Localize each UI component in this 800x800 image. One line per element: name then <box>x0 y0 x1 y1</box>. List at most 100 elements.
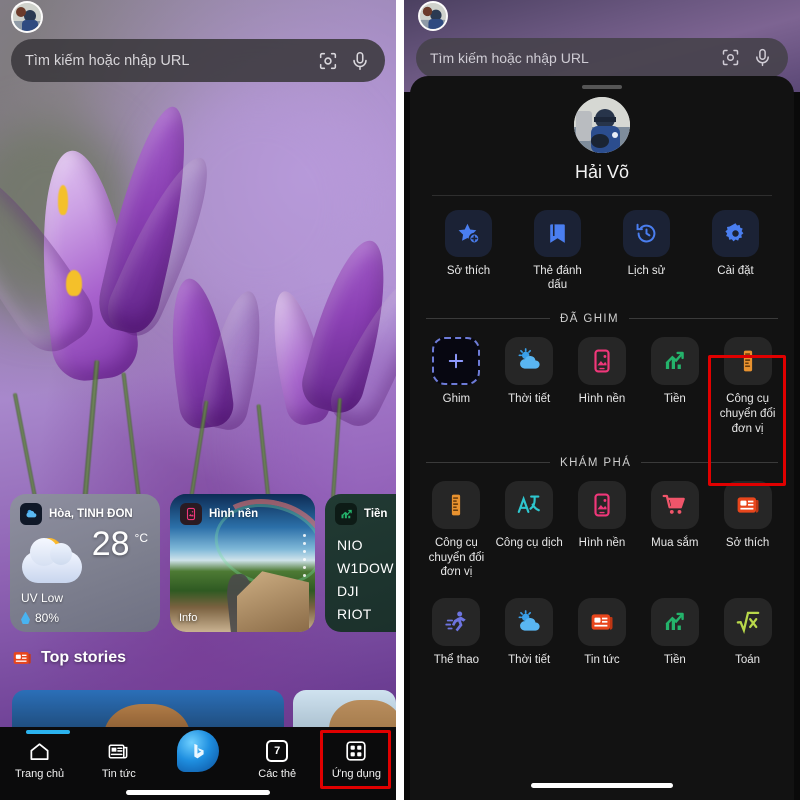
explore-item-news[interactable]: Tin tức <box>566 598 639 668</box>
pinned-item-weather[interactable]: Thời tiết <box>493 336 566 437</box>
ticker-item: RIOT <box>337 606 372 622</box>
weather-partly-cloudy-icon <box>505 336 554 385</box>
wallpaper-info-label[interactable]: Info <box>179 612 197 624</box>
news-icon <box>107 739 130 763</box>
ticker-item: NIO <box>337 537 363 553</box>
nav-item-tabs[interactable]: 7 Các thẻ <box>238 739 317 780</box>
divider-line-right <box>641 462 778 464</box>
explore-item-label: Hình nền <box>578 536 626 549</box>
microphone-icon[interactable] <box>752 47 774 69</box>
plus-add-icon <box>432 336 481 385</box>
widget-card-row: Hòa, TỈNH ĐỒN 28 °C UV Low 80% Hình nền … <box>0 494 396 634</box>
quick-action-history[interactable]: Lịch sử <box>602 210 691 293</box>
profile-photo[interactable] <box>574 97 630 153</box>
nav-label: Tin tức <box>101 768 136 780</box>
pinned-item-money[interactable]: Tiền <box>638 336 711 437</box>
money-widget-card[interactable]: Tiền NIO W1DOW DJI RIOT <box>325 494 396 632</box>
lens-icon[interactable] <box>720 47 742 69</box>
user-avatar[interactable] <box>418 1 448 31</box>
star-add-icon <box>445 210 492 257</box>
pinned-item-unit-converter[interactable]: Công cụ chuyển đổi đơn vị <box>711 336 784 437</box>
quick-action-interests[interactable]: Sở thích <box>424 210 513 293</box>
search-bar[interactable]: Tìm kiếm hoặc nhập URL <box>11 39 385 82</box>
weather-widget-header: Hòa, TỈNH ĐỒN <box>10 494 160 525</box>
money-widget-header: Tiền <box>325 494 396 525</box>
explore-item-shopping[interactable]: Mua sắm <box>638 480 711 581</box>
running-person-icon <box>432 598 481 647</box>
explore-item-sports[interactable]: Thể thao <box>420 598 493 668</box>
nav-item-bing-chat[interactable] <box>158 730 237 780</box>
quick-action-bookmarks[interactable]: Thẻ đánh dấu <box>513 210 602 293</box>
explore-item-label: Tin tức <box>584 654 620 667</box>
pinned-item-label: Ghim <box>442 392 471 405</box>
nav-item-apps[interactable]: Ứng dụng <box>317 739 396 780</box>
flower-pollen <box>58 185 68 215</box>
explore-grid-row-2: Thể thao Thời tiết Tin tức Tiền Toán <box>410 598 794 668</box>
flower-pollen <box>66 270 82 296</box>
divider-line-left <box>426 318 550 320</box>
top-stories-header: Top stories <box>12 648 126 668</box>
ruler-converter-icon <box>432 480 481 529</box>
explore-item-label: Thời tiết <box>508 654 551 667</box>
top-stories-title: Top stories <box>41 649 127 666</box>
nav-label: Trang chủ <box>15 768 65 780</box>
pinned-section-header: ĐÃ GHIM <box>426 313 778 325</box>
wallpaper-widget-card[interactable]: Hình nền Info <box>170 494 315 632</box>
weather-partly-cloudy-icon <box>505 598 554 647</box>
explore-item-interests[interactable]: Sở thích <box>711 480 784 581</box>
quick-action-settings[interactable]: Cài đặt <box>691 210 780 293</box>
sheet-drag-handle[interactable] <box>582 85 622 89</box>
pinned-item-add[interactable]: Ghim <box>420 336 493 437</box>
divider-line-left <box>426 462 550 464</box>
explore-item-unit-converter[interactable]: Công cụ chuyển đổi đơn vị <box>420 480 493 581</box>
explore-item-money[interactable]: Tiền <box>638 598 711 668</box>
profile-divider <box>432 195 772 196</box>
tab-count-badge: 7 <box>266 740 289 762</box>
explore-item-label: Tiền <box>663 654 686 667</box>
home-icon <box>28 739 51 763</box>
user-avatar[interactable] <box>11 1 43 33</box>
weather-partly-cloudy-icon <box>20 503 42 525</box>
screenshot-root: Tìm kiếm hoặc nhập URL Hòa, TỈNH ĐỒN 28 … <box>0 0 800 800</box>
quick-action-label: Cài đặt <box>717 265 754 277</box>
humidity-value: 80% <box>35 611 60 625</box>
search-input-placeholder[interactable]: Tìm kiếm hoặc nhập URL <box>430 50 710 66</box>
ruler-converter-icon <box>723 336 772 385</box>
explore-item-weather[interactable]: Thời tiết <box>493 598 566 668</box>
ticker-list: NIO W1DOW DJI RIOT <box>325 525 396 622</box>
pinned-item-label: Hình nền <box>578 392 626 405</box>
microphone-icon[interactable] <box>349 50 371 72</box>
math-sqrt-icon <box>723 598 772 647</box>
shopping-cart-icon <box>650 480 699 529</box>
news-icon <box>577 598 626 647</box>
explore-item-wallpaper[interactable]: Hình nền <box>566 480 639 581</box>
quick-action-label: Lịch sử <box>627 265 666 277</box>
weather-widget-card[interactable]: Hòa, TỈNH ĐỒN 28 °C UV Low 80% <box>10 494 160 632</box>
explore-item-math[interactable]: Toán <box>711 598 784 668</box>
explore-item-translate[interactable]: Công cụ dịch <box>493 480 566 581</box>
wallpaper-widget-header: Hình nền <box>170 494 315 525</box>
apps-grid-icon <box>344 739 368 763</box>
explore-item-label: Toán <box>735 654 761 667</box>
pinned-item-label: Tiền <box>663 392 686 405</box>
pinned-item-wallpaper[interactable]: Hình nền <box>566 336 639 437</box>
nav-item-news[interactable]: Tin tức <box>79 739 158 780</box>
wallpaper-phone-icon <box>577 480 626 529</box>
profile-name: Hải Võ <box>574 162 630 182</box>
explore-item-label: Mua sắm <box>651 536 699 549</box>
nav-item-home[interactable]: Trang chủ <box>0 739 79 780</box>
divider-line-right <box>629 318 778 320</box>
home-indicator <box>126 790 270 795</box>
explore-item-label: Sở thích <box>725 536 770 549</box>
pinned-grid: Ghim Thời tiết Hình nền Tiền Công cụ chu… <box>410 336 794 437</box>
bing-chat-icon <box>177 730 219 772</box>
news-icon <box>12 648 32 668</box>
cloud-icon <box>22 538 82 583</box>
lens-icon[interactable] <box>317 50 339 72</box>
search-bar[interactable]: Tìm kiếm hoặc nhập URL <box>416 38 788 78</box>
quick-action-label: Thẻ đánh dấu <box>533 265 582 292</box>
home-indicator <box>531 783 673 788</box>
stocks-trend-icon <box>335 503 357 525</box>
history-clock-icon <box>623 210 670 257</box>
search-input-placeholder[interactable]: Tìm kiếm hoặc nhập URL <box>25 53 307 69</box>
